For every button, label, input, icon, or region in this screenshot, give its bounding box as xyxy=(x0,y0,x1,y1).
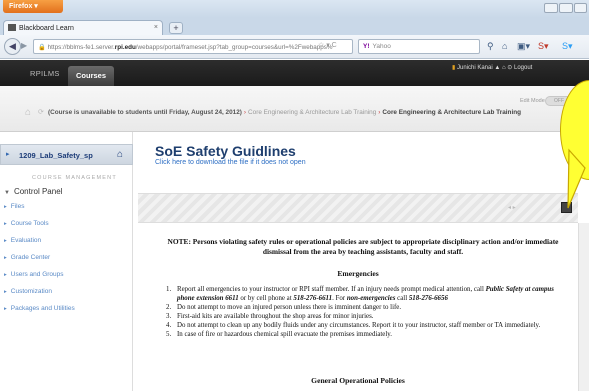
tab-title: Blackboard Learn xyxy=(19,25,74,32)
browser-tab[interactable]: Blackboard Learn × xyxy=(3,20,163,35)
chevron-right-icon: ▸ xyxy=(4,289,7,295)
url-suffix: /webapps/portal/frameset.jsp?tab_group=c… xyxy=(135,44,333,51)
emergency-list: 1. Report all emergencies to your instruc… xyxy=(166,285,566,339)
chevron-right-icon: ▸ xyxy=(4,204,7,210)
list-item: 5. In case of fire or hazardous chemical … xyxy=(166,331,392,338)
addon-icon[interactable]: S▾ xyxy=(538,41,549,52)
course-sidebar: ▸ 1209_Lab_Safety_sp ⌂ COURSE MANAGEMENT… xyxy=(0,132,133,391)
control-panel-header[interactable]: ▼ Control Panel xyxy=(4,187,62,196)
course-home-icon[interactable]: ⌂ xyxy=(117,149,123,160)
list-item: 4. Do not attempt to clean up any bodily … xyxy=(166,322,541,329)
user-icon: ▮ xyxy=(452,65,456,71)
home-icon[interactable]: ⌂ xyxy=(502,65,506,71)
minimize-button[interactable] xyxy=(544,3,558,13)
sidebar-item-label: Evaluation xyxy=(10,237,42,244)
breadcrumb-course-notice[interactable]: (Course is unavailable to students until… xyxy=(48,109,242,116)
page-title: SoE Safety Guidlines xyxy=(155,143,296,159)
window-titlebar: Firefox ▾ xyxy=(0,0,589,18)
back-button[interactable]: ◀ xyxy=(4,38,21,55)
tab-strip: Blackboard Learn × + xyxy=(0,18,589,35)
sidebar-item-files[interactable]: ▸ Files xyxy=(4,203,25,210)
sidebar-item-packages-and-utilities[interactable]: ▸ Packages and Utilities xyxy=(4,305,75,312)
breadcrumb: (Course is unavailable to students until… xyxy=(48,109,522,116)
close-window-button[interactable] xyxy=(574,3,587,13)
expand-icon[interactable]: ▸ xyxy=(6,150,10,158)
help-icon[interactable]: ⊙ xyxy=(507,65,512,71)
course-menu-header[interactable]: ▸ 1209_Lab_Safety_sp ⌂ xyxy=(0,144,133,165)
chevron-right-icon: ▸ xyxy=(4,272,7,278)
file-viewer-toolbar: ◂ ▸ xyxy=(138,193,578,223)
sidebar-item-users-and-groups[interactable]: ▸ Users and Groups xyxy=(4,271,64,278)
blackboard-favicon-icon xyxy=(8,24,16,31)
sidebar-item-label: Users and Groups xyxy=(10,271,64,278)
sidebar-item-label: Customization xyxy=(10,288,52,295)
content-area: SoE Safety Guidlines Click here to downl… xyxy=(138,132,589,391)
url-prefix: https://bblms-fe1.server. xyxy=(47,44,115,51)
person-icon: ▲ xyxy=(494,65,501,71)
collapse-icon: ▼ xyxy=(4,190,10,196)
control-panel-label: Control Panel xyxy=(13,187,63,196)
breadcrumb-current: Core Engineering & Architecture Lab Trai… xyxy=(382,109,522,116)
search-placeholder: Yahoo xyxy=(372,43,391,50)
sidebar-item-course-tools[interactable]: ▸ Course Tools xyxy=(4,220,49,227)
close-tab-icon[interactable]: × xyxy=(154,24,158,31)
document-viewer: NOTE: Persons violating safety rules or … xyxy=(138,223,578,391)
vertical-scrollbar[interactable] xyxy=(578,223,589,391)
sidebar-item-evaluation[interactable]: ▸ Evaluation xyxy=(4,237,41,244)
emergencies-heading: Emergencies xyxy=(337,269,379,278)
tab-courses[interactable]: Courses xyxy=(68,66,114,86)
yahoo-icon: Y! xyxy=(363,43,370,50)
list-item: 3. First-aid kits are available throughou… xyxy=(166,313,374,320)
chevron-right-icon: ▸ xyxy=(4,238,7,244)
sidebar-item-customization[interactable]: ▸ Customization xyxy=(4,288,52,295)
search-bar[interactable]: Y! Yahoo xyxy=(358,39,480,54)
viewer-toggle-icon[interactable] xyxy=(561,202,572,213)
search-icon[interactable]: ⚲ xyxy=(487,41,494,52)
list-item: 2. Do not attempt to move an injured pers… xyxy=(166,304,402,311)
course-management-title: COURSE MANAGEMENT xyxy=(32,175,117,181)
new-tab-button[interactable]: + xyxy=(169,22,183,34)
skype-icon[interactable]: S▾ xyxy=(562,41,573,52)
bookmarks-icon[interactable]: ▣▾ xyxy=(517,41,530,52)
list-item: 1. Report all emergencies to your instruc… xyxy=(166,286,554,302)
forward-button[interactable]: ▶ xyxy=(21,41,32,52)
sidebar-item-label: Course Tools xyxy=(10,220,49,227)
general-policies-heading: General Operational Policies xyxy=(311,376,405,385)
chevron-right-icon: ▸ xyxy=(4,221,7,227)
home-icon[interactable]: ⌂ xyxy=(25,107,31,118)
firefox-menu-button[interactable]: Firefox ▾ xyxy=(3,0,63,13)
url-bar[interactable]: 🔒 https://bblms-fe1.server.rpi.edu/webap… xyxy=(33,39,353,54)
blackboard-header: RPILMS Courses ▮ Junichi Kanai ▲ ⌂ ⊙ Log… xyxy=(0,60,589,86)
user-name[interactable]: Junichi Kanai xyxy=(457,65,493,71)
sidebar-item-label: Files xyxy=(10,203,25,210)
tab-rpilms[interactable]: RPILMS xyxy=(30,69,60,78)
breadcrumb-item[interactable]: Core Engineering & Architecture Lab Trai… xyxy=(248,109,376,116)
reload-icon[interactable]: ☆ ▾ C xyxy=(318,41,337,49)
download-file-link[interactable]: Click here to download the file if it do… xyxy=(155,159,306,166)
lock-icon: 🔒 xyxy=(38,44,46,51)
page-navigation[interactable]: ◂ ▸ xyxy=(508,204,516,211)
chevron-right-icon: ▸ xyxy=(4,255,7,261)
sidebar-item-label: Grade Center xyxy=(10,254,51,261)
navigation-toolbar: ◀ ▶ 🔒 https://bblms-fe1.server.rpi.edu/w… xyxy=(0,35,589,59)
url-domain: rpi.edu xyxy=(114,44,136,51)
sidebar-item-label: Packages and Utilities xyxy=(10,305,75,312)
home-icon[interactable]: ⌂ xyxy=(502,41,507,51)
refresh-icon[interactable]: ⟳ xyxy=(38,108,44,116)
breadcrumb-bar: ⌂ ⟳ (Course is unavailable to students u… xyxy=(0,86,589,132)
violation-note: NOTE: Persons violating safety rules or … xyxy=(167,237,559,256)
logout-link[interactable]: Logout xyxy=(514,65,532,71)
course-name[interactable]: 1209_Lab_Safety_sp xyxy=(19,151,93,160)
sidebar-item-grade-center[interactable]: ▸ Grade Center xyxy=(4,254,50,261)
user-menu[interactable]: ▮ Junichi Kanai ▲ ⌂ ⊙ Logout xyxy=(452,64,532,71)
chevron-right-icon: ▸ xyxy=(4,306,7,312)
maximize-button[interactable] xyxy=(559,3,573,13)
